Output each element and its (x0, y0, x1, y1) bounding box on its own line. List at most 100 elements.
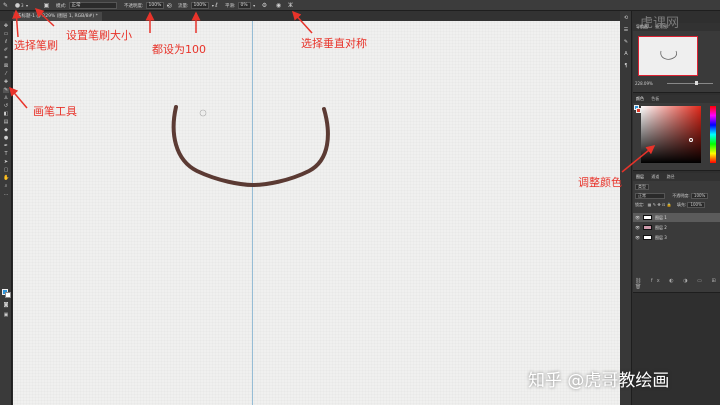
document-tab-bar: 未标题-1 @ 229% (图层 1, RGB/8#) * (0, 11, 620, 21)
brush-tool-icon[interactable]: ✎ (3, 88, 9, 93)
frame-tool-icon[interactable]: ⊠ (3, 64, 9, 69)
brush-settings-toggle[interactable]: ▣ (43, 2, 50, 9)
type-tool-icon[interactable]: T (3, 152, 9, 157)
pen-tool-icon[interactable]: ✒ (3, 144, 9, 149)
lock-icons[interactable]: ▦ ✎ ✥ ⊡ 🔒 (648, 202, 672, 207)
color-picker-field[interactable] (641, 106, 701, 163)
tab-channels[interactable]: 通道 (651, 174, 659, 179)
hue-slider[interactable] (710, 106, 716, 163)
document-tab[interactable]: 未标题-1 @ 229% (图层 1, RGB/8#) * (13, 12, 102, 21)
layer-thumbnail (643, 215, 652, 220)
navigator-zoom-slider[interactable] (667, 83, 713, 84)
layer-row[interactable]: 👁 图层 2 (633, 223, 720, 232)
airbrush-toggle[interactable]: ℓ (213, 2, 220, 9)
mode-label: 模式: (56, 3, 67, 9)
quick-select-tool-icon[interactable]: ✐ (3, 48, 9, 53)
layer-name: 图层 3 (655, 235, 667, 240)
path-select-tool-icon[interactable]: ➤ (3, 160, 9, 165)
pressure-size-toggle[interactable]: ◉ (275, 2, 282, 9)
screen-mode-icon[interactable]: ▣ (3, 313, 9, 318)
dodge-tool-icon[interactable]: ● (3, 136, 9, 141)
tab-color[interactable]: 颜色 (636, 96, 644, 101)
smoothing-options[interactable]: ⚙ (261, 2, 268, 9)
clone-stamp-tool-icon[interactable]: ♙ (3, 96, 9, 101)
tab-swatches[interactable]: 色板 (651, 96, 659, 101)
annotation-adjust-color: 调整颜色 (578, 176, 622, 189)
eye-icon[interactable]: 👁 (635, 223, 640, 232)
pressure-opacity-toggle[interactable]: ◎ (166, 2, 173, 9)
options-bar: ✎ ● 3 ▾ ▣ 模式: 正常 不透明度: 100% ▾ ◎ 流量: 100%… (0, 0, 720, 11)
zoom-tool-icon[interactable]: ⌕ (3, 184, 9, 189)
hand-tool-icon[interactable]: ✋ (3, 176, 9, 181)
fill-input[interactable]: 100% (687, 202, 705, 208)
opacity-label: 不透明度: (124, 3, 144, 9)
crop-tool-icon[interactable]: ⌗ (3, 56, 9, 61)
symmetry-button[interactable]: ⵣ (287, 2, 294, 9)
lock-label: 锁定: (635, 202, 645, 207)
blur-tool-icon[interactable]: ◆ (3, 128, 9, 133)
brush-preset-icon: ✎ (2, 2, 9, 9)
watermark-site: 虎课网 (640, 16, 680, 31)
healing-brush-tool-icon[interactable]: ✚ (3, 80, 9, 85)
history-panel-icon[interactable]: ⟲ (623, 16, 629, 21)
character-panel-icon[interactable]: A (623, 52, 629, 57)
butterfly-icon: ⵣ (288, 2, 293, 9)
opacity-input[interactable]: 100% (145, 2, 165, 9)
mode-select[interactable]: 正常 (68, 2, 117, 9)
layer-opacity-input[interactable]: 100% (690, 193, 709, 199)
annotation-set-to-100: 都设为100 (152, 43, 206, 56)
smoothing-label: 平滑: (225, 3, 236, 9)
zoom-slider-handle[interactable] (695, 81, 698, 85)
layer-filter: 类型 (635, 184, 649, 190)
background-color-swatch[interactable] (5, 292, 11, 298)
color-panel: 颜色 色板 (633, 95, 720, 171)
marquee-tool-icon[interactable]: ▭ (3, 32, 9, 37)
tool-preset-picker[interactable]: ✎ (2, 2, 9, 9)
annotation-set-brush-size: 设置笔刷大小 (66, 29, 132, 42)
brush-picker[interactable]: ● 3 ▾ (14, 2, 31, 9)
brush-panel-icon[interactable]: ✎ (623, 40, 629, 45)
eye-icon[interactable]: 👁 (635, 213, 640, 222)
color-picker-cursor[interactable] (689, 138, 693, 142)
photoshop-window: ✎ ● 3 ▾ ▣ 模式: 正常 不透明度: 100% ▾ ◎ 流量: 100%… (0, 0, 720, 405)
document-title: 未标题-1 @ 229% (图层 1, RGB/8#) * (17, 14, 98, 19)
eraser-tool-icon[interactable]: ◧ (3, 112, 9, 117)
layers-footer-buttons[interactable]: ⛓ fx ◐ ◑ ▭ ⊞ 🗑 (635, 278, 720, 290)
tab-layers[interactable]: 图层 (636, 174, 644, 179)
layer-row[interactable]: 👁 图层 3 (633, 233, 720, 242)
document-canvas[interactable] (13, 21, 620, 405)
layer-opacity-label: 不透明度: (672, 193, 690, 198)
flow-input[interactable]: 100% (190, 2, 210, 9)
brush-cursor (199, 109, 207, 117)
blend-row: 正常 不透明度: 100% (635, 193, 720, 199)
tab-paths[interactable]: 路径 (667, 174, 675, 179)
layer-thumbnail (643, 235, 652, 240)
eye-icon[interactable]: 👁 (635, 233, 640, 242)
pressure-icon: ◎ (166, 2, 173, 9)
history-brush-tool-icon[interactable]: ↺ (3, 104, 9, 109)
layer-row[interactable]: 👁 图层 1 (633, 213, 720, 222)
lasso-tool-icon[interactable]: ℓ (3, 40, 9, 45)
flow-control: 流量: 100% ▾ (178, 2, 216, 9)
gradient-tool-icon[interactable]: ▤ (3, 120, 9, 125)
navigator-zoom-value[interactable]: 228.09% (635, 81, 653, 86)
eyedropper-tool-icon[interactable]: ⁄ (3, 72, 9, 77)
blend-mode-select[interactable]: 正常 (635, 193, 665, 199)
more-tools-icon[interactable]: … (3, 192, 9, 197)
smoothing-control: 平滑: 0% ▾ (225, 2, 258, 9)
navigator-thumbnail[interactable] (638, 36, 698, 76)
brush-settings-icon: ▣ (43, 2, 50, 9)
color-tabs: 颜色 色板 (633, 95, 720, 103)
paragraph-panel-icon[interactable]: ¶ (623, 64, 629, 69)
layers-tabs: 图层 通道 路径 (633, 173, 720, 181)
chevron-down-icon[interactable]: ▾ (251, 2, 258, 9)
move-tool-icon[interactable]: ✥ (3, 24, 9, 29)
smoothing-input[interactable]: 0% (237, 2, 251, 9)
quick-mask-icon[interactable]: ◙ (3, 303, 9, 308)
properties-panel-icon[interactable]: ☰ (623, 28, 629, 33)
brush-tip-icon: ● (14, 2, 21, 9)
brush-stroke (171, 105, 330, 188)
layer-name: 图层 1 (655, 215, 667, 220)
layer-filter-select[interactable]: 类型 (635, 184, 649, 190)
shape-tool-icon[interactable]: ▢ (3, 168, 9, 173)
